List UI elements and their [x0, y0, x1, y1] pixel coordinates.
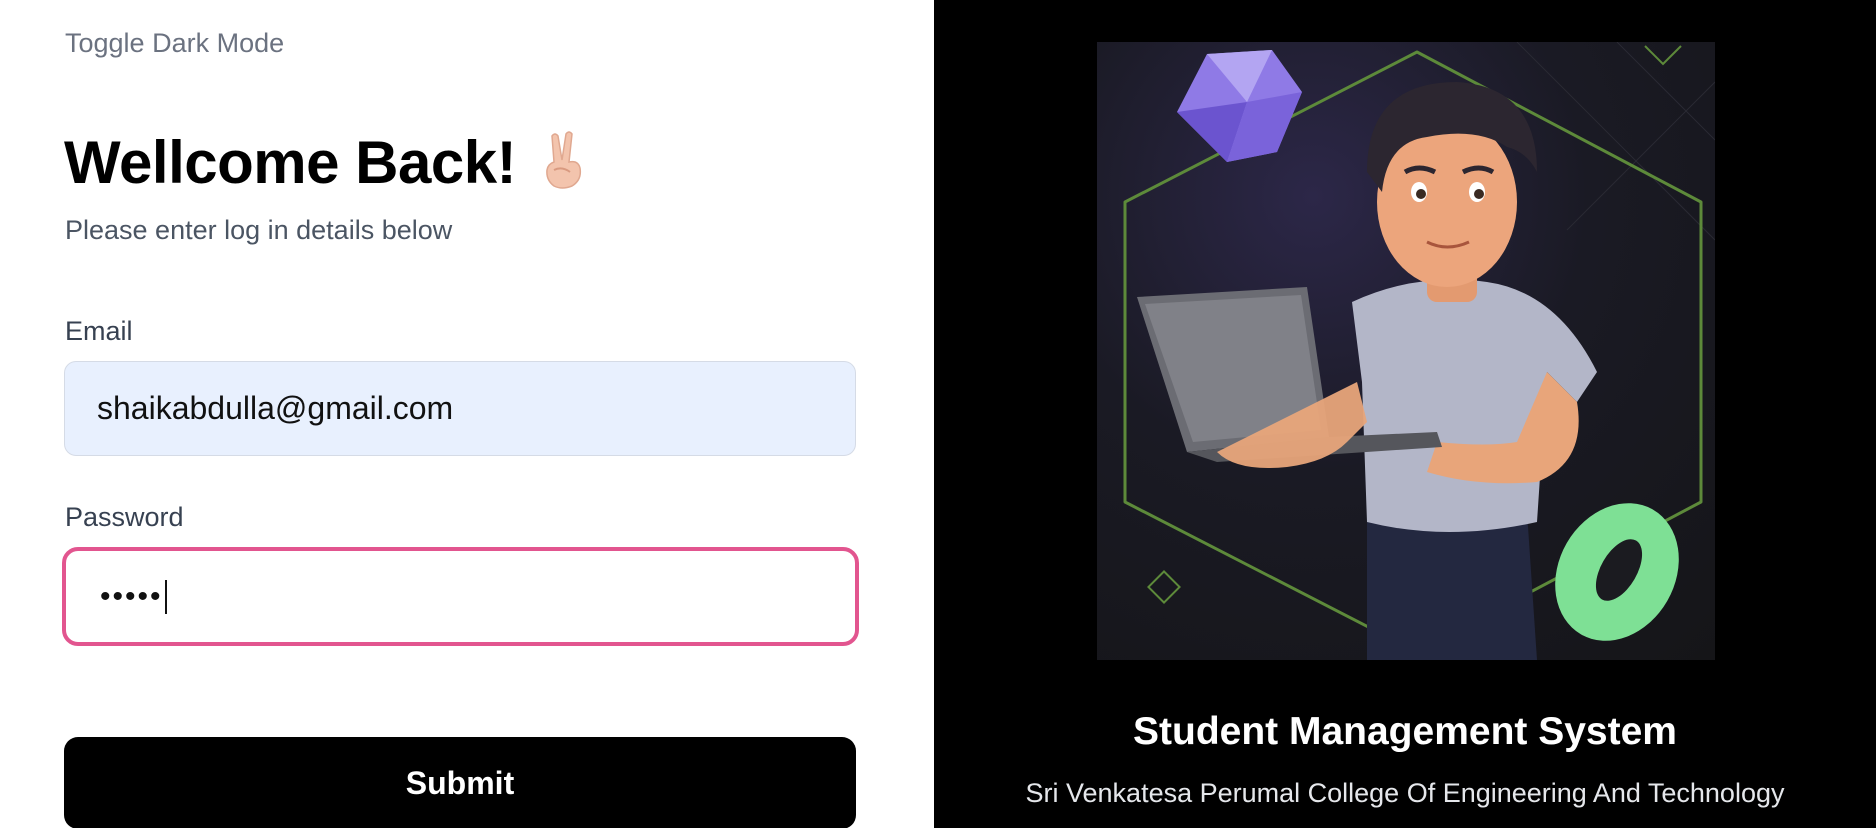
email-label: Email — [65, 316, 133, 346]
login-panel: Toggle Dark Mode Wellcome Back! Please e… — [0, 0, 934, 828]
submit-button[interactable]: Submit — [64, 737, 856, 828]
login-subtitle: Please enter log in details below — [65, 215, 453, 245]
password-field[interactable]: ••••• — [62, 547, 859, 646]
text-caret — [164, 579, 167, 614]
email-value: shaikabdulla@gmail.com — [97, 390, 454, 426]
system-title: Student Management System — [1133, 710, 1677, 753]
login-page: Toggle Dark Mode Wellcome Back! Please e… — [0, 0, 1876, 828]
password-label: Password — [65, 502, 184, 532]
toggle-dark-mode-button[interactable]: Toggle Dark Mode — [65, 28, 284, 59]
password-value: ••••• — [100, 579, 163, 613]
hero-panel: Student Management System Sri Venkatesa … — [934, 0, 1876, 828]
welcome-heading: Wellcome Back! — [64, 128, 588, 197]
email-field[interactable]: shaikabdulla@gmail.com — [64, 361, 856, 456]
student-illustration — [1097, 42, 1715, 660]
student-laptop-illustration — [1123, 42, 1715, 660]
college-name: Sri Venkatesa Perumal College Of Enginee… — [1025, 778, 1785, 808]
victory-hand-icon — [538, 130, 588, 195]
page-title: Wellcome Back! — [64, 129, 517, 196]
